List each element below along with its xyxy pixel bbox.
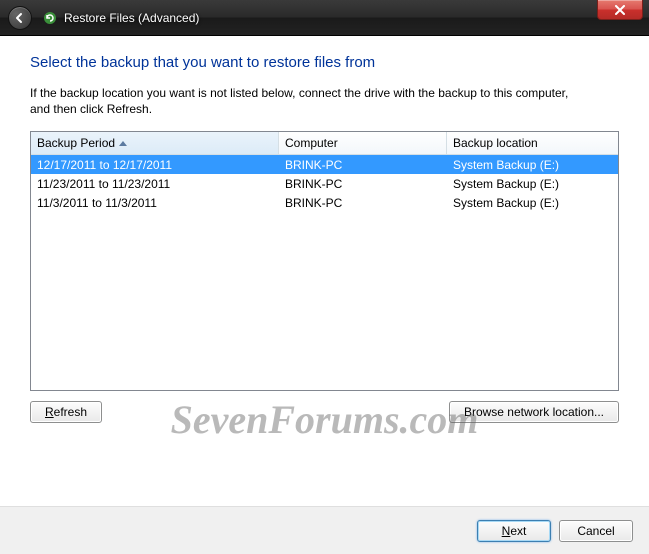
back-button[interactable]	[8, 6, 32, 30]
table-cell: System Backup (E:)	[447, 196, 618, 210]
titlebar: Restore Files (Advanced)	[0, 0, 649, 36]
table-row[interactable]: 12/17/2011 to 12/17/2011BRINK-PCSystem B…	[31, 155, 618, 174]
page-heading: Select the backup that you want to resto…	[30, 54, 619, 71]
table-cell: 11/23/2011 to 11/23/2011	[31, 177, 279, 191]
table-row[interactable]: 11/23/2011 to 11/23/2011BRINK-PCSystem B…	[31, 174, 618, 193]
backup-listview[interactable]: Backup Period Computer Backup location 1…	[30, 131, 619, 391]
window: Restore Files (Advanced) Select the back…	[0, 0, 649, 554]
close-button[interactable]	[597, 0, 643, 20]
sort-ascending-icon	[119, 141, 127, 146]
browse-network-button[interactable]: Browse network location...	[449, 401, 619, 423]
mid-button-row: Refresh Browse network location...	[30, 401, 619, 423]
listview-header: Backup Period Computer Backup location	[31, 132, 618, 155]
window-title: Restore Files (Advanced)	[64, 11, 199, 25]
table-cell: 12/17/2011 to 12/17/2011	[31, 158, 279, 172]
table-cell: BRINK-PC	[279, 196, 447, 210]
content-area: Select the backup that you want to resto…	[0, 36, 649, 506]
column-label: Backup location	[453, 136, 538, 150]
column-label: Backup Period	[37, 136, 115, 150]
footer-button-bar: Next Cancel	[0, 506, 649, 554]
column-backup-location[interactable]: Backup location	[447, 132, 618, 154]
table-cell: System Backup (E:)	[447, 158, 618, 172]
listview-body: 12/17/2011 to 12/17/2011BRINK-PCSystem B…	[31, 155, 618, 390]
next-button[interactable]: Next	[477, 520, 551, 542]
refresh-button[interactable]: Refresh	[30, 401, 102, 423]
back-arrow-icon	[14, 12, 26, 24]
restore-files-icon	[42, 10, 58, 26]
cancel-button[interactable]: Cancel	[559, 520, 633, 542]
table-cell: BRINK-PC	[279, 177, 447, 191]
column-computer[interactable]: Computer	[279, 132, 447, 154]
column-backup-period[interactable]: Backup Period	[31, 132, 279, 154]
close-icon	[614, 5, 626, 15]
table-cell: System Backup (E:)	[447, 177, 618, 191]
instructions-text: If the backup location you want is not l…	[30, 85, 590, 117]
table-cell: BRINK-PC	[279, 158, 447, 172]
table-cell: 11/3/2011 to 11/3/2011	[31, 196, 279, 210]
column-label: Computer	[285, 136, 338, 150]
table-row[interactable]: 11/3/2011 to 11/3/2011BRINK-PCSystem Bac…	[31, 193, 618, 212]
